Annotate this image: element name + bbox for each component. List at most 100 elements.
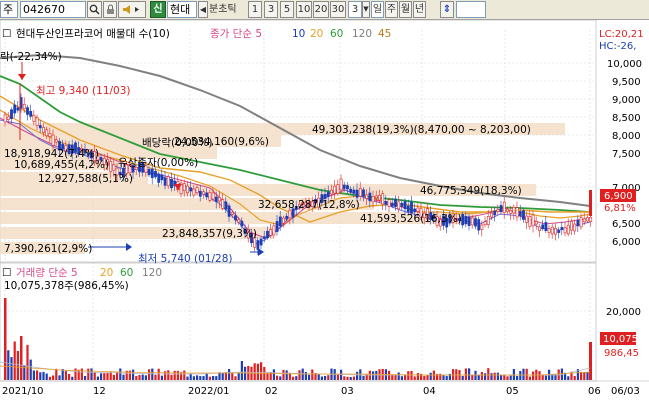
volume-bar [80,368,83,380]
volume-bar [509,375,512,380]
volume-bar [112,374,115,380]
volume-bar [544,375,547,380]
period-year-button[interactable]: 년 [413,1,426,18]
vp-label-3: 10,689,455(4,2%) [14,159,109,171]
candle-body [461,214,465,226]
volume-bar [13,341,16,380]
volume-bar [279,376,282,380]
volume-bar [141,374,144,380]
volume-bar [343,376,346,380]
candle-body [211,192,215,200]
candle-body [467,216,471,226]
period-day-button[interactable]: 일 [371,1,384,18]
candle-body [266,230,269,239]
candle-body [256,240,260,250]
volume-bar [237,372,240,380]
volume-bar [464,368,467,380]
market-select[interactable]: 주 [0,1,18,18]
candle-body [390,202,394,207]
candle-body [208,192,212,201]
volume-bar [346,376,349,380]
candle-body [3,114,7,123]
candle-body [547,228,551,233]
interval-3[interactable]: 3 [264,1,278,18]
volume-legend-ma20: 20 [100,267,113,279]
count-input[interactable] [456,1,486,18]
up-down-arrows-icon[interactable]: ⇕ [440,1,454,18]
volume-bar [199,376,202,380]
interval-20[interactable]: 20 [313,1,329,18]
candle-body [557,230,561,233]
candle-body [346,185,349,190]
stock-code-input[interactable]: 042670 [20,1,86,18]
volume-bar [468,368,471,380]
vp-label-6: 32,658,287(12,8%) [258,199,360,211]
volume-bar [461,376,464,380]
date-tick-2: 2022/01 [188,386,230,397]
candle-body [170,178,173,189]
volume-bar [580,371,583,380]
candle-body [333,185,337,194]
period-week-button[interactable]: 주 [385,1,398,18]
volume-bar [48,376,51,380]
volume-bar [132,369,135,380]
candle-body [352,189,356,194]
volume-bar [528,376,531,380]
date-tick-1: 12 [93,386,106,397]
volume-bar [503,375,506,380]
candle-body [365,194,369,200]
volume-bar [298,370,301,380]
volume-bar [413,376,416,380]
interval-10[interactable]: 10 [296,1,312,18]
candle-body [16,107,20,111]
volume-bar [154,374,157,380]
candle-body [387,199,391,207]
volume-bar [404,374,407,380]
new-window-button[interactable]: 신 [150,1,166,18]
vp-label-7: 41,593,526(16,3%) [360,213,462,225]
volume-bar [586,372,589,380]
candle-body [355,189,359,198]
volume-bar [416,373,419,380]
candle-body [275,221,279,232]
chevron-down-icon[interactable]: ▼ [362,1,370,18]
volume-bar-last [589,342,592,380]
candle-body [586,217,589,222]
candle-body [403,201,407,210]
interval-select[interactable]: 3 [348,1,362,18]
candle-body [272,225,276,236]
price-tick-2: 9,000 [612,95,641,106]
volume-bar [583,372,586,380]
padlock-icon[interactable] [103,1,117,18]
annotation-low: 최저 5,740 (01/28) [138,253,233,265]
speaker-icon[interactable] [118,1,146,18]
volume-bar [144,375,147,380]
search-icon[interactable] [87,1,102,18]
volume-bar [327,375,330,380]
volume-bar [493,372,496,380]
volume-legend-icon: ☐ [2,267,11,279]
volume-bar [349,376,352,380]
candle-body [496,209,500,212]
candle-body [464,216,468,225]
volume-bar [135,376,138,380]
left-arrow-icon[interactable]: ◀ [198,1,208,18]
interval-5[interactable]: 5 [280,1,294,18]
candle-body [349,188,353,193]
volume-bar [496,372,499,380]
candle-body [150,168,154,179]
volume-bar [42,371,45,380]
volume-legend-label: 거래량 단순 5 [16,267,78,279]
candle-body [45,129,49,137]
legend-ma10: 10 [292,28,305,40]
interval-1[interactable]: 1 [248,1,262,18]
period-month-button[interactable]: 월 [399,1,412,18]
candle-body [32,114,36,122]
candle-body [198,190,202,197]
legend-icon: ☐ [2,28,11,40]
price-tick-8: 6,000 [612,237,641,248]
volume-bar [55,368,58,380]
interval-30[interactable]: 30 [330,1,346,18]
volume-bar [304,372,307,380]
volume-bar [119,368,122,380]
